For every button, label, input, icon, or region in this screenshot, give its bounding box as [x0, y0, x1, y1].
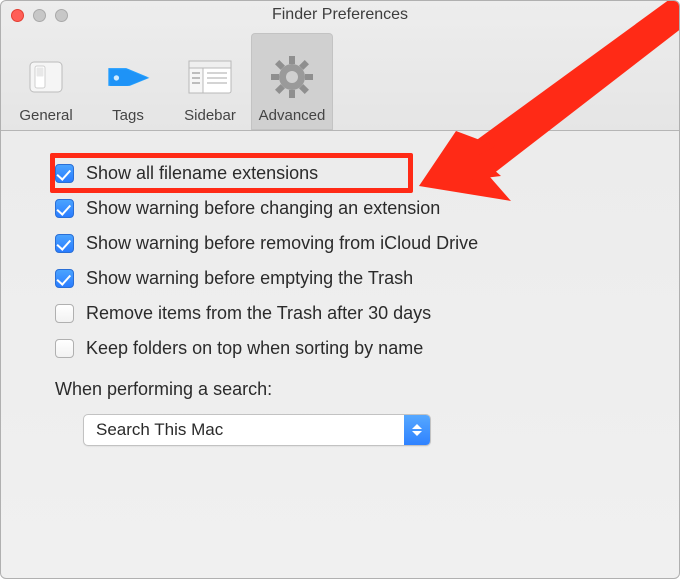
- titlebar: Finder Preferences: [1, 1, 679, 29]
- option-warn-empty-trash[interactable]: Show warning before emptying the Trash: [55, 268, 631, 289]
- tab-advanced[interactable]: Advanced: [251, 33, 333, 130]
- option-remove-30-days[interactable]: Remove items from the Trash after 30 day…: [55, 303, 631, 324]
- minimize-button[interactable]: [33, 9, 46, 22]
- search-section-label: When performing a search:: [55, 379, 631, 400]
- checkbox[interactable]: [55, 304, 74, 323]
- toolbar-item-label: Advanced: [259, 107, 326, 124]
- toolbar: General Tags: [1, 29, 679, 131]
- select-value: Search This Mac: [84, 415, 404, 445]
- traffic-lights: [11, 9, 68, 22]
- toolbar-item-label: Sidebar: [184, 107, 236, 124]
- close-button[interactable]: [11, 9, 24, 22]
- content-pane: Show all filename extensions Show warnin…: [1, 131, 679, 466]
- sidebar-icon: [185, 53, 235, 101]
- search-scope-select[interactable]: Search This Mac: [83, 414, 431, 446]
- finder-preferences-window: Finder Preferences General: [0, 0, 680, 579]
- option-label: Show warning before removing from iCloud…: [86, 233, 478, 254]
- tag-icon: [103, 53, 153, 101]
- gear-icon: [267, 53, 317, 101]
- option-label: Keep folders on top when sorting by name: [86, 338, 423, 359]
- option-warn-icloud[interactable]: Show warning before removing from iCloud…: [55, 233, 631, 254]
- tab-sidebar[interactable]: Sidebar: [169, 33, 251, 130]
- option-label: Remove items from the Trash after 30 day…: [86, 303, 431, 324]
- option-label: Show all filename extensions: [86, 163, 318, 184]
- checkbox[interactable]: [55, 339, 74, 358]
- toolbar-item-label: Tags: [112, 107, 144, 124]
- checkbox[interactable]: [55, 164, 74, 183]
- maximize-button[interactable]: [55, 9, 68, 22]
- option-folders-on-top[interactable]: Keep folders on top when sorting by name: [55, 338, 631, 359]
- option-show-extensions[interactable]: Show all filename extensions: [55, 163, 631, 184]
- window-title: Finder Preferences: [11, 6, 669, 24]
- checkbox[interactable]: [55, 199, 74, 218]
- checkbox[interactable]: [55, 234, 74, 253]
- option-label: Show warning before emptying the Trash: [86, 268, 413, 289]
- tab-general[interactable]: General: [5, 33, 87, 130]
- toolbar-item-label: General: [19, 107, 72, 124]
- chevron-up-down-icon: [404, 415, 430, 445]
- tab-tags[interactable]: Tags: [87, 33, 169, 130]
- option-label: Show warning before changing an extensio…: [86, 198, 440, 219]
- checkbox[interactable]: [55, 269, 74, 288]
- option-warn-change-ext[interactable]: Show warning before changing an extensio…: [55, 198, 631, 219]
- switch-icon: [21, 53, 71, 101]
